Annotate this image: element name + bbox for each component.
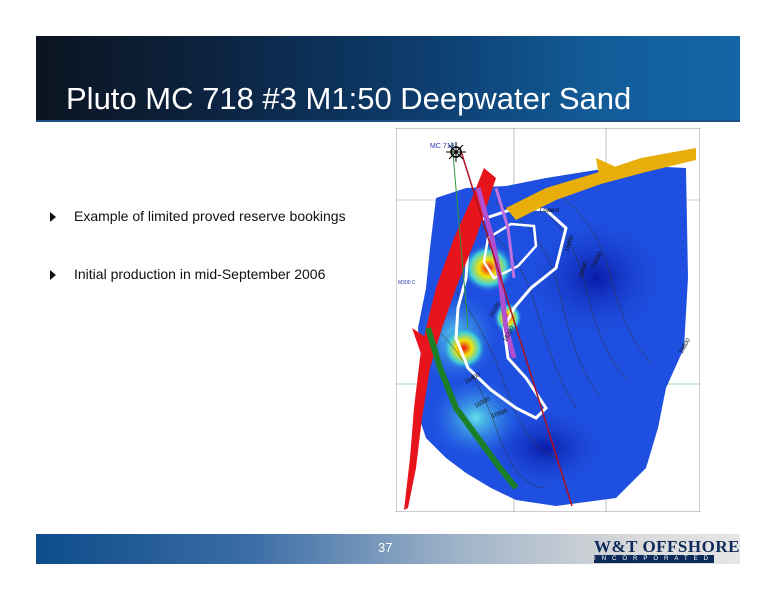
amplitude-medium [431,378,521,458]
bullet-text: Initial production in mid-September 2006 [74,266,326,282]
bullet-text: Example of limited proved reserve bookin… [74,208,346,224]
lowest-label: Lowest [540,208,559,214]
well-label-top: MC 718 [430,143,455,150]
title-underline [36,120,740,122]
seismic-amplitude-map: MC 718 M300 C Lowest 16000 16100 16200 1… [396,128,700,512]
well-label-left: M300 C [398,280,416,286]
logo-subtitle: INCORPORATED [594,555,714,563]
amplitude-high [442,326,486,370]
logo-wordmark: W&T OFFSHORE [594,537,740,556]
bullet-arrow-icon [50,212,56,222]
amplitude-low [526,218,666,338]
slide-title: Pluto MC 718 #3 M1:50 Deepwater Sand [66,81,632,116]
bullet-arrow-icon [50,270,56,280]
page-number: 37 [378,540,393,555]
company-logo: W&T OFFSHORE INCORPORATED [588,537,739,563]
